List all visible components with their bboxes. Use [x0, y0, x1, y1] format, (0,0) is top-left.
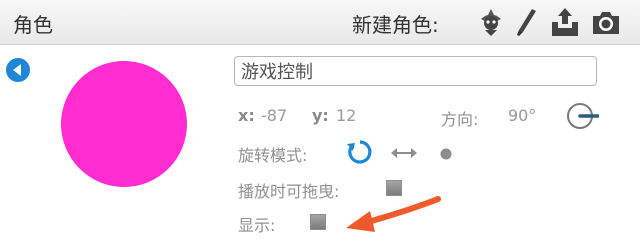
direction-value: 90° — [508, 106, 537, 125]
x-label: x: — [238, 106, 255, 125]
y-label: y: — [312, 106, 329, 125]
direction-dial[interactable] — [565, 101, 599, 131]
rotation-style-label: 旋转模式: — [238, 146, 308, 165]
y-value: 12 — [336, 106, 357, 125]
sprite-costume-thumbnail — [60, 60, 188, 188]
show-checkbox[interactable] — [310, 214, 326, 230]
draggable-label: 播放时可拖曳: — [238, 182, 340, 201]
camera-icon[interactable] — [590, 6, 622, 38]
x-value: -87 — [261, 106, 288, 125]
sprite-pane-header: 角色 新建角色: — [0, 0, 640, 45]
direction-label: 方向: — [441, 110, 479, 129]
annotation-arrow — [340, 196, 450, 241]
sprite-library-icon[interactable] — [475, 6, 507, 38]
upload-icon[interactable] — [549, 6, 581, 38]
new-sprite-label: 新建角色: — [352, 13, 439, 37]
left-right-rotation-button[interactable] — [390, 146, 418, 160]
paint-brush-icon[interactable] — [510, 6, 542, 38]
dont-rotate-button[interactable] — [439, 147, 453, 161]
back-button[interactable] — [5, 57, 31, 83]
rotate-all-around-button[interactable] — [346, 139, 374, 165]
sprite-name-input[interactable] — [234, 56, 597, 86]
draggable-checkbox[interactable] — [386, 180, 402, 196]
show-label: 显示: — [238, 216, 276, 235]
pane-title: 角色 — [13, 13, 53, 37]
